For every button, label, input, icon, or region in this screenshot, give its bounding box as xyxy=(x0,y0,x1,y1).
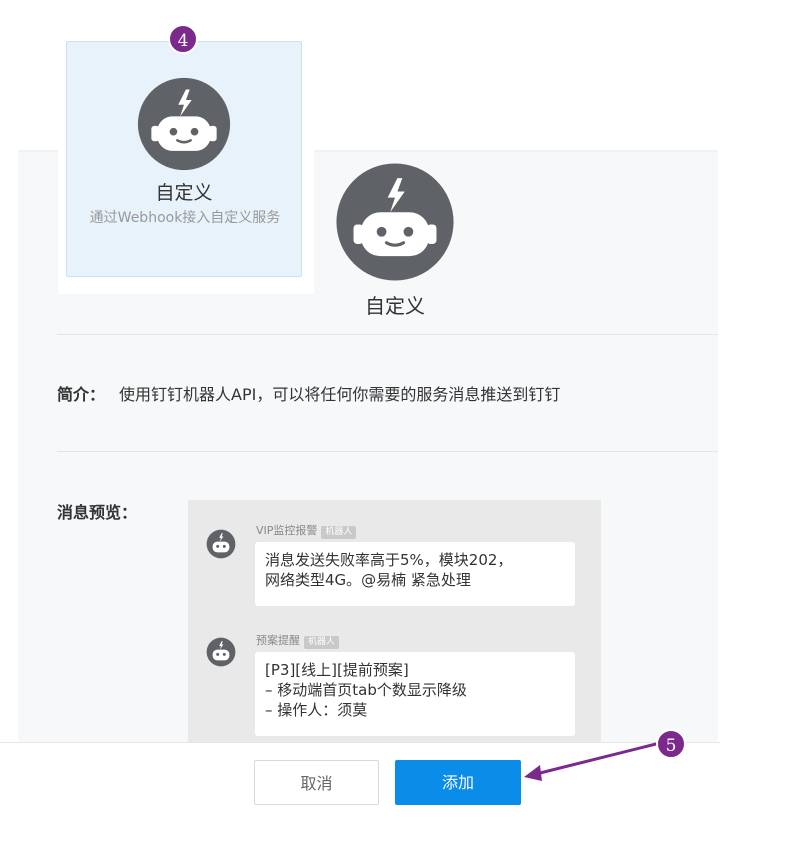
robot-icon xyxy=(136,76,232,172)
robot-avatar-icon xyxy=(206,637,236,667)
message-bubble: 消息发送失败率高于5%，模块202， 网络类型4G。@易楠 紧急处理 xyxy=(255,542,575,606)
message-line: 网络类型4G。@易楠 紧急处理 xyxy=(265,571,471,589)
step-badge-4: 4 xyxy=(168,24,198,54)
divider xyxy=(57,334,718,335)
annotation-arrow xyxy=(524,742,658,781)
message-line: [P3][线上][提前预案] xyxy=(265,661,409,679)
intro-text: 使用钉钉机器人API，可以将任何你需要的服务消息推送到钉钉 xyxy=(119,385,561,404)
message-sender: VIP监控报警 机器人 xyxy=(256,522,357,539)
robot-icon xyxy=(334,161,456,283)
step-badge-5: 5 xyxy=(656,729,686,759)
message-line: 消息发送失败率高于5%，模块202， xyxy=(265,551,513,569)
robot-title: 自定义 xyxy=(365,294,425,318)
robot-tag: 机器人 xyxy=(321,526,357,539)
intro-label: 简介： xyxy=(57,385,106,404)
cancel-button[interactable]: 取消 xyxy=(254,760,379,805)
message-line: – 操作人：须莫 xyxy=(265,701,368,719)
message-bubble: [P3][线上][提前预案] – 移动端首页tab个数显示降级 – 操作人：须莫 xyxy=(255,652,575,736)
message-sender: 预案提醒 机器人 xyxy=(256,632,340,649)
robot-avatar-icon xyxy=(206,529,236,559)
robot-tag: 机器人 xyxy=(304,636,340,649)
sender-name: 预案提醒 xyxy=(256,634,300,647)
message-line: – 移动端首页tab个数显示降级 xyxy=(265,681,467,699)
card-title: 自定义 xyxy=(155,182,213,204)
preview-label: 消息预览： xyxy=(57,503,138,522)
message-preview: VIP监控报警 机器人 消息发送失败率高于5%，模块202， 网络类型4G。@易楠… xyxy=(188,500,601,742)
card-description: 通过Webhook接入自定义服务 xyxy=(89,210,281,226)
sender-name: VIP监控报警 xyxy=(256,524,318,537)
custom-robot-card[interactable]: 自定义 通过Webhook接入自定义服务 xyxy=(66,41,302,277)
divider xyxy=(57,451,718,452)
add-button[interactable]: 添加 xyxy=(395,760,521,805)
